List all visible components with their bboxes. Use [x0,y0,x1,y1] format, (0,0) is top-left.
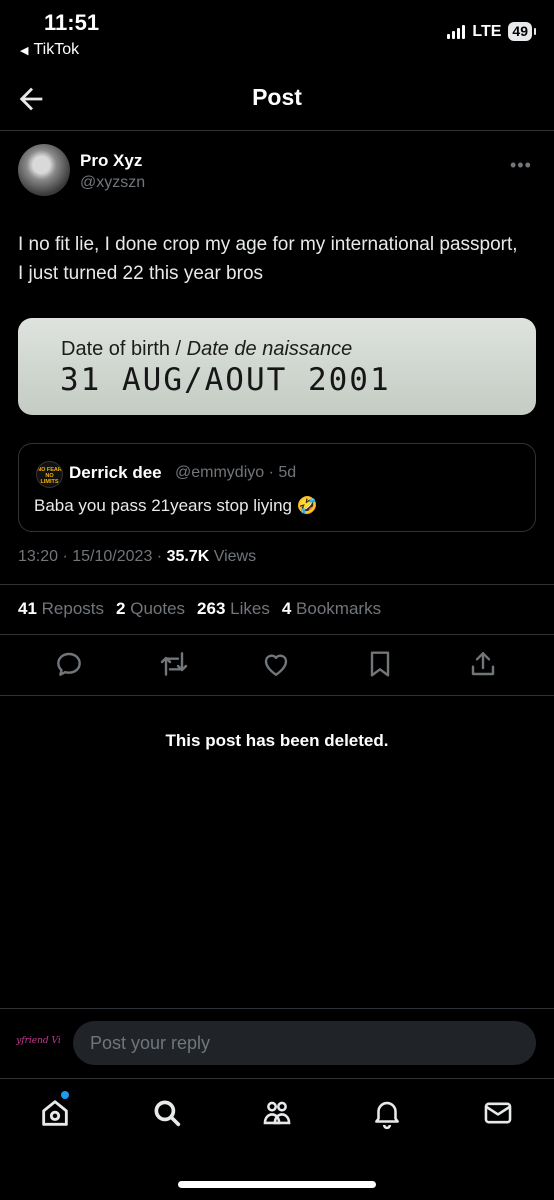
status-indicators: LTE 49 [447,22,536,41]
repost-button[interactable] [158,648,190,680]
quotes-count: 2 [116,599,126,618]
media-dob-label-en: Date of birth [61,338,170,360]
reply-bar-divider [0,1008,554,1009]
deleted-post-notice: This post has been deleted. [165,731,389,750]
network-label: LTE [472,22,502,40]
reply-icon [57,652,81,676]
repost-icon [160,652,188,676]
reply-button[interactable] [53,648,85,680]
reposts-label: Reposts [41,599,105,618]
reposts-count: 41 [18,599,37,618]
media-dob-label: Date of birth / Date de naissance [61,338,352,361]
page-title: Post [252,84,302,110]
bookmarks-stat[interactable]: 4 Bookmarks [282,599,381,619]
timestamp-text: 13:20 · 15/10/2023 · [18,548,167,565]
signal-icon [447,24,466,39]
views-count[interactable]: 35.7K [167,548,210,565]
search-icon [154,1100,181,1127]
quoted-post-card[interactable] [18,443,536,532]
likes-count: 263 [197,599,226,618]
quote-author-meta: @emmydiyo · 5d [175,464,297,481]
communities-icon [263,1101,291,1125]
bookmarks-count: 4 [281,599,292,618]
reposts-stat[interactable]: 41 Reposts [18,599,104,619]
author-avatar[interactable] [18,144,70,196]
stats-bottom-divider [0,634,554,635]
media-dob-value: 31 AUG/AOUT 2001 [60,362,391,398]
status-time: 11:51 [44,10,100,35]
quote-text: Baba you pass 21years stop liying 🤣 [34,496,318,515]
battery-icon: 49 [508,22,536,41]
post-text: I no fit lie, I done crop my age for my … [18,234,518,284]
views-label: Views [209,548,257,565]
notifications-icon [375,1101,399,1130]
stats-top-divider [0,584,554,585]
user-avatar[interactable]: Boyfriend Ville [3,1025,72,1061]
back-triangle-icon: ◀ [20,44,29,57]
author-name[interactable]: Pro Xyz [80,151,142,171]
header-divider [0,130,554,131]
likes-label: Likes [230,599,270,618]
bookmark-button[interactable] [364,648,396,680]
home-icon [42,1100,68,1126]
nav-messages[interactable] [481,1096,515,1130]
user-avatar-text: Boyfriend Ville [16,1036,60,1046]
back-app-label: TikTok [33,41,80,58]
bookmark-icon [370,651,390,677]
quotes-label: Quotes [130,599,186,618]
media-dob-label-fr: Date de naissance [186,338,353,360]
nav-notifications[interactable] [370,1096,404,1130]
post-media-image[interactable]: Date of birth / Date de naissance 31 AUG… [18,318,536,415]
author-handle[interactable]: @xyzszn [80,174,145,192]
more-options-icon[interactable]: ••• [510,155,532,176]
messages-icon [484,1102,512,1124]
post-timestamp: 13:20 · 15/10/2023 · 35.7K Views [18,548,256,566]
home-indicator [178,1181,376,1188]
quotes-stat[interactable]: 2 Quotes [116,599,185,619]
actions-divider [0,695,554,696]
nav-search[interactable] [150,1096,184,1130]
nav-divider [0,1078,554,1079]
media-dob-label-sep: / [169,338,187,360]
share-icon [471,652,495,676]
back-to-app-link[interactable]: ◀ TikTok [20,41,79,59]
nav-communities[interactable] [260,1096,294,1130]
post-stats: 41 Reposts 2 Quotes 263 Likes 4 Bookmark… [18,599,381,619]
nav-home[interactable] [38,1096,72,1130]
reply-input[interactable] [73,1021,536,1065]
quote-author-name: Derrick dee [69,463,162,482]
like-icon [264,654,288,676]
bookmarks-label: Bookmarks [296,599,382,618]
likes-stat[interactable]: 263 Likes [197,599,270,619]
quote-author-avatar: NO FEAR NO LIMITS [36,461,63,488]
home-notification-dot [61,1091,69,1099]
like-button[interactable] [260,648,292,680]
quote-avatar-text: NO FEAR NO LIMITS [37,467,62,485]
share-button[interactable] [467,648,499,680]
